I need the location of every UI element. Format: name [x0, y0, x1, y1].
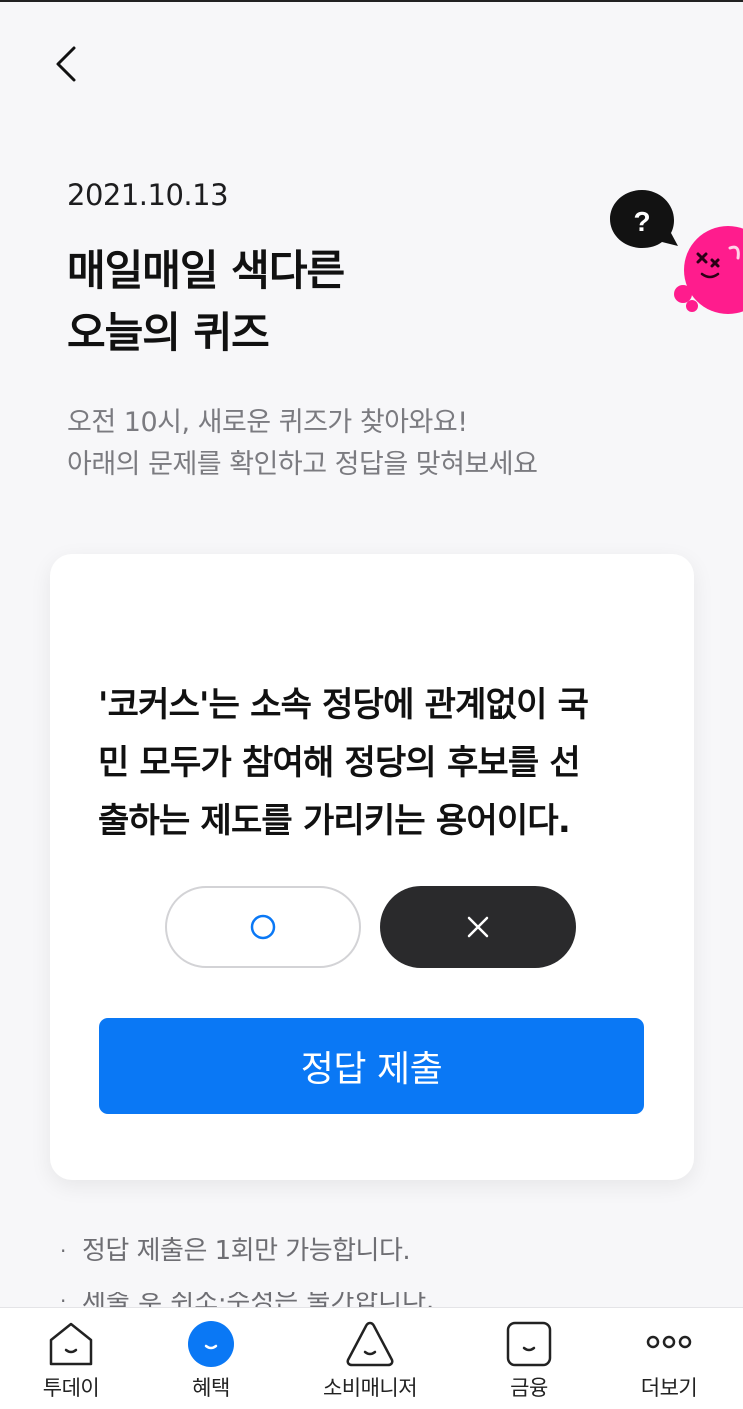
more-dots-icon — [646, 1335, 692, 1349]
tab-today[interactable]: 투데이 — [11, 1308, 131, 1409]
tab-spending-manager[interactable]: 소비매니저 — [310, 1308, 430, 1409]
question-bubble-icon: ? — [610, 190, 678, 248]
notice-item: · 정답 제출은 1회만 가능합니다. — [60, 1228, 411, 1284]
tab-label: 투데이 — [42, 1376, 100, 1400]
question-line-3: 출하는 제도를 가리키는 용어이다. — [98, 801, 571, 841]
pink-character-icon — [674, 226, 743, 314]
bullet-dot: · — [60, 1239, 66, 1263]
x-mark-icon — [467, 916, 489, 938]
chevron-left-icon — [56, 46, 76, 82]
description-line-1: 오전 10시, 새로운 퀴즈가 찾아와요! — [67, 407, 468, 438]
tab-more[interactable]: 더보기 — [609, 1308, 729, 1409]
answer-x-button[interactable] — [380, 886, 576, 968]
tab-label: 더보기 — [640, 1376, 698, 1400]
house-face-icon — [49, 1322, 93, 1366]
tab-finance[interactable]: 금융 — [469, 1308, 589, 1409]
svg-text:?: ? — [633, 206, 650, 237]
square-face-icon — [506, 1321, 552, 1367]
bottom-tab-bar: 투데이 혜택 소비매니저 금융 더보기 — [0, 1307, 743, 1409]
quiz-question: '코커스'는 소속 정당에 관계없이 국 민 모두가 참여해 정당의 후보를 선… — [98, 676, 648, 850]
notice-list: · 정답 제출은 1회만 가능합니다. — [60, 1228, 411, 1284]
quiz-mascot-illustration: ? — [610, 190, 743, 314]
tab-label: 소비매니저 — [322, 1376, 418, 1400]
bullet-dot: · — [60, 1292, 67, 1308]
page-title-line-2: 오늘의 퀴즈 — [67, 308, 270, 357]
page-title: 매일매일 색다른 오늘의 퀴즈 — [67, 240, 345, 364]
notice-text: 제출 후 취소·수정은 불가합니다. — [82, 1292, 435, 1308]
question-line-2: 민 모두가 참여해 정당의 후보를 선 — [98, 743, 581, 783]
answer-o-button[interactable] — [165, 886, 361, 968]
question-line-1: '코커스'는 소속 정당에 관계없이 국 — [98, 685, 589, 725]
triangle-face-icon — [346, 1321, 394, 1367]
notice-item-partial: · 제출 후 취소·수정은 불가합니다. — [60, 1292, 680, 1308]
circle-o-icon — [250, 914, 276, 940]
submit-answer-button[interactable]: 정답 제출 — [99, 1018, 644, 1114]
page-title-line-1: 매일매일 색다른 — [67, 246, 345, 295]
quiz-card: '코커스'는 소속 정당에 관계없이 국 민 모두가 참여해 정당의 후보를 선… — [50, 554, 694, 1180]
tab-benefits[interactable]: 혜택 — [151, 1308, 271, 1409]
description-line-2: 아래의 문제를 확인하고 정답을 맞혀보세요 — [67, 449, 538, 480]
notice-text: 정답 제출은 1회만 가능합니다. — [82, 1236, 411, 1266]
page-description: 오전 10시, 새로운 퀴즈가 찾아와요! 아래의 문제를 확인하고 정답을 맞… — [67, 402, 538, 486]
quiz-date: 2021.10.13 — [67, 178, 229, 212]
back-button[interactable] — [48, 40, 88, 88]
top-divider — [0, 0, 743, 2]
tab-label: 금융 — [510, 1376, 548, 1400]
tab-label: 혜택 — [192, 1376, 230, 1400]
smile-circle-icon — [188, 1321, 234, 1367]
